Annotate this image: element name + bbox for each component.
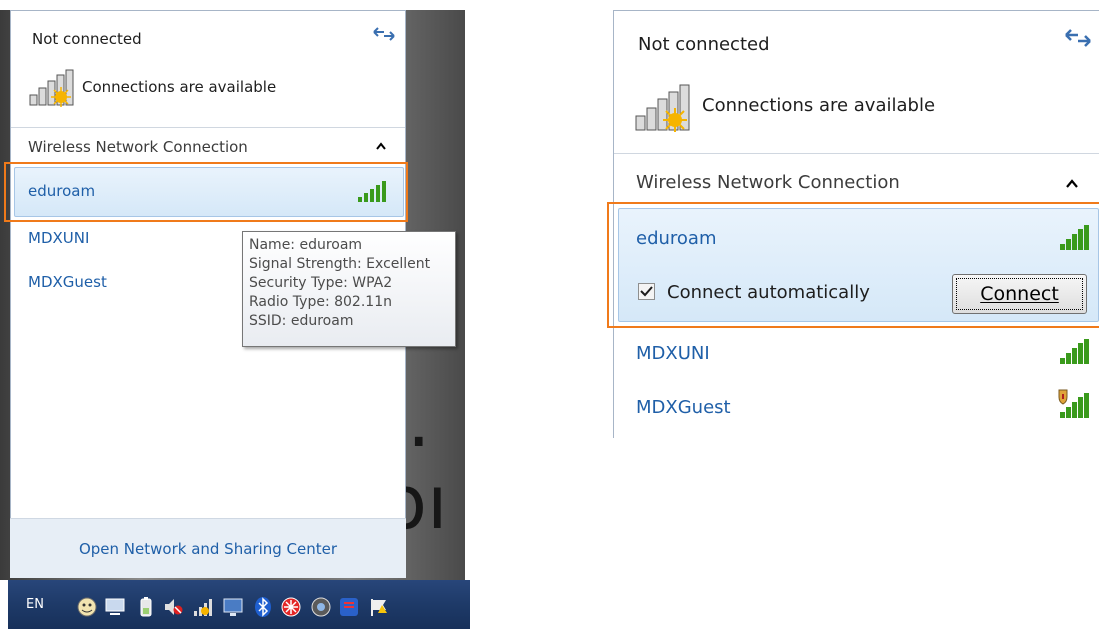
section-title: Wireless Network Connection <box>636 172 900 193</box>
connection-status: Not connected <box>638 34 770 55</box>
signal-available-icon <box>634 84 696 132</box>
connect-button-label: Connect <box>980 283 1059 305</box>
collapse-chevron-icon[interactable] <box>1066 178 1078 188</box>
refresh-icon[interactable] <box>1063 28 1093 48</box>
connections-available-text: Connections are available <box>702 95 936 116</box>
network-item-mdxguest[interactable]: MDXGuest <box>636 397 731 418</box>
connect-automatically-checkbox[interactable] <box>638 283 655 300</box>
right-screenshot: Not connected Connections are available … <box>0 0 1099 629</box>
connect-button[interactable]: Connect <box>952 274 1087 314</box>
shield-signal-icon <box>1056 388 1092 420</box>
network-name: eduroam <box>636 228 717 249</box>
signal-strength-icon <box>1058 224 1092 252</box>
network-item-mdxuni[interactable]: MDXUNI <box>636 343 710 364</box>
signal-strength-icon <box>1058 338 1092 366</box>
checkmark-icon <box>640 286 653 297</box>
divider <box>614 153 1099 154</box>
connect-automatically-label: Connect automatically <box>667 282 870 303</box>
